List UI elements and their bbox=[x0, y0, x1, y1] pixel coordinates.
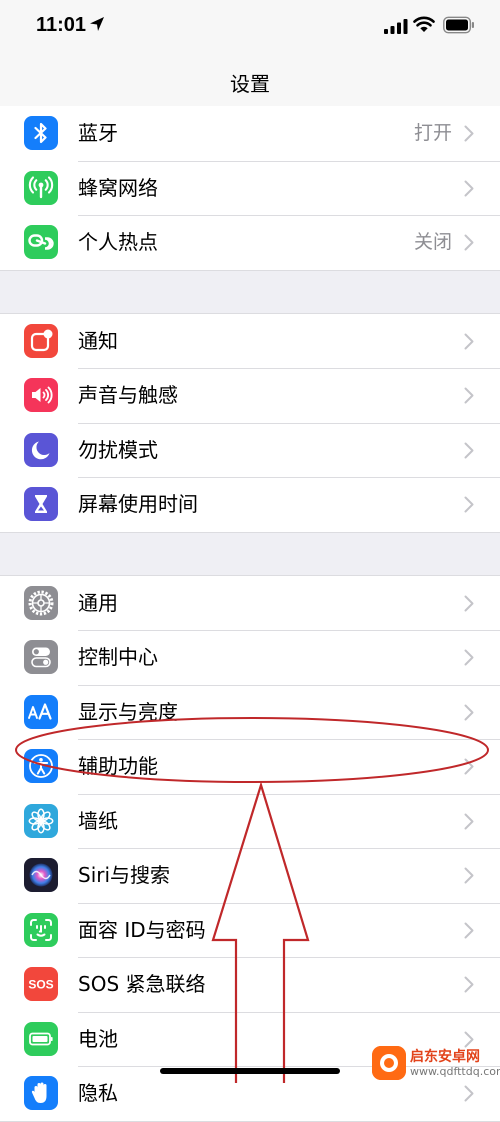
status-time: 11:01 bbox=[36, 14, 87, 36]
flower-icon bbox=[24, 803, 58, 838]
toggles-icon bbox=[24, 640, 58, 674]
page-title: 设置 bbox=[230, 72, 270, 96]
settings-row-siri-search[interactable]: Siri与搜索 bbox=[0, 848, 500, 903]
navigation-bar: 设置 bbox=[0, 54, 500, 106]
sound-icon bbox=[24, 378, 58, 412]
row-label: 面容 ID与密码 bbox=[78, 917, 206, 942]
sos-icon-text: SOS bbox=[28, 978, 53, 992]
row-label: 隐私 bbox=[78, 1081, 118, 1105]
gear-icon bbox=[24, 585, 58, 620]
settings-group-notifications: 通知 声音与触感 勿扰模式 屏幕使用时间 bbox=[0, 312, 500, 533]
wifi-icon bbox=[413, 16, 435, 32]
status-bar: 11:01 bbox=[0, 0, 500, 54]
settings-row-wallpaper[interactable]: 墙纸 bbox=[0, 793, 500, 849]
sos-icon: SOS bbox=[24, 967, 58, 1001]
watermark-url: www.qdfttdq.com bbox=[410, 1065, 500, 1078]
home-indicator bbox=[160, 1068, 340, 1074]
row-label: 显示与亮度 bbox=[78, 699, 178, 724]
chevron-right-icon bbox=[464, 1085, 474, 1102]
text-size-icon bbox=[24, 694, 58, 729]
row-label: 电池 bbox=[78, 1026, 118, 1051]
notifications-icon bbox=[24, 323, 58, 358]
chevron-right-icon bbox=[464, 1031, 474, 1047]
chevron-right-icon bbox=[464, 180, 474, 196]
cellular-icon bbox=[24, 170, 58, 205]
chevron-right-icon bbox=[464, 234, 474, 251]
row-label: Siri与搜索 bbox=[78, 863, 171, 887]
hand-icon bbox=[24, 1076, 58, 1110]
row-value: 关闭 bbox=[413, 231, 452, 253]
settings-row-display-brightness[interactable]: 显示与亮度 bbox=[0, 684, 500, 740]
chevron-right-icon bbox=[464, 442, 474, 458]
chevron-right-icon bbox=[464, 758, 474, 775]
row-label: 声音与触感 bbox=[78, 383, 178, 407]
battery-icon bbox=[443, 16, 474, 34]
siri-icon bbox=[24, 858, 58, 892]
face-id-icon bbox=[24, 912, 58, 947]
chevron-right-icon bbox=[464, 867, 474, 884]
bluetooth-icon bbox=[24, 116, 58, 150]
row-label: 勿扰模式 bbox=[78, 437, 158, 462]
row-label: 个人热点 bbox=[78, 230, 158, 254]
hotspot-icon bbox=[24, 225, 58, 259]
hourglass-icon bbox=[24, 487, 58, 521]
battery-setting-icon bbox=[24, 1021, 58, 1056]
settings-row-control-center[interactable]: 控制中心 bbox=[0, 630, 500, 685]
settings-row-face-id[interactable]: 面容 ID与密码 bbox=[0, 902, 500, 958]
site-watermark: 启东安卓网 www.qdfttdq.com bbox=[372, 1046, 500, 1082]
chevron-right-icon bbox=[464, 649, 474, 666]
row-label: 通知 bbox=[78, 328, 118, 353]
accessibility-icon bbox=[24, 749, 58, 783]
row-label: 蓝牙 bbox=[78, 121, 118, 145]
chevron-right-icon bbox=[464, 496, 474, 513]
settings-group-connectivity: 蓝牙 打开 蜂窝网络 个人热点 关闭 bbox=[0, 106, 500, 271]
chevron-right-icon bbox=[464, 704, 474, 720]
settings-row-cellular[interactable]: 蜂窝网络 bbox=[0, 160, 500, 216]
row-label: 控制中心 bbox=[78, 645, 158, 669]
row-label: 墙纸 bbox=[78, 808, 118, 833]
row-label: 屏幕使用时间 bbox=[78, 492, 198, 516]
cellular-signal-icon bbox=[384, 19, 408, 34]
chevron-right-icon bbox=[464, 813, 474, 829]
settings-row-hotspot[interactable]: 个人热点 关闭 bbox=[0, 215, 500, 270]
settings-row-accessibility[interactable]: 辅助功能 bbox=[0, 739, 500, 794]
settings-row-bluetooth[interactable]: 蓝牙 打开 bbox=[0, 106, 500, 161]
row-value: 打开 bbox=[413, 122, 452, 144]
settings-row-sound[interactable]: 声音与触感 bbox=[0, 368, 500, 423]
row-label: SOS 紧急联络 bbox=[78, 972, 206, 996]
settings-row-do-not-disturb[interactable]: 勿扰模式 bbox=[0, 422, 500, 478]
location-arrow-icon bbox=[90, 17, 104, 31]
chevron-right-icon bbox=[464, 387, 474, 404]
settings-row-screen-time[interactable]: 屏幕使用时间 bbox=[0, 477, 500, 532]
watermark-logo-icon bbox=[372, 1046, 406, 1080]
chevron-right-icon bbox=[464, 333, 474, 349]
row-label: 辅助功能 bbox=[78, 754, 158, 778]
settings-row-notifications[interactable]: 通知 bbox=[0, 314, 500, 369]
chevron-right-icon bbox=[464, 595, 474, 611]
chevron-right-icon bbox=[464, 976, 474, 993]
watermark-title: 启东安卓网 bbox=[410, 1049, 480, 1065]
chevron-right-icon bbox=[464, 125, 474, 142]
settings-row-general[interactable]: 通用 bbox=[0, 576, 500, 631]
row-label: 蜂窝网络 bbox=[78, 175, 158, 200]
moon-icon bbox=[24, 432, 58, 467]
settings-row-emergency-sos[interactable]: SOS SOS 紧急联络 bbox=[0, 957, 500, 1012]
chevron-right-icon bbox=[464, 922, 474, 938]
settings-group-general: 通用 控制中心 显示与亮度 辅助功能 墙纸 Siri与搜索 面容 ID与密码 S… bbox=[0, 574, 500, 1122]
row-label: 通用 bbox=[78, 590, 118, 615]
settings-list[interactable]: 蓝牙 打开 蜂窝网络 个人热点 关闭 通知 声音与触感 勿扰模式 屏幕使用时间 … bbox=[0, 106, 500, 1122]
